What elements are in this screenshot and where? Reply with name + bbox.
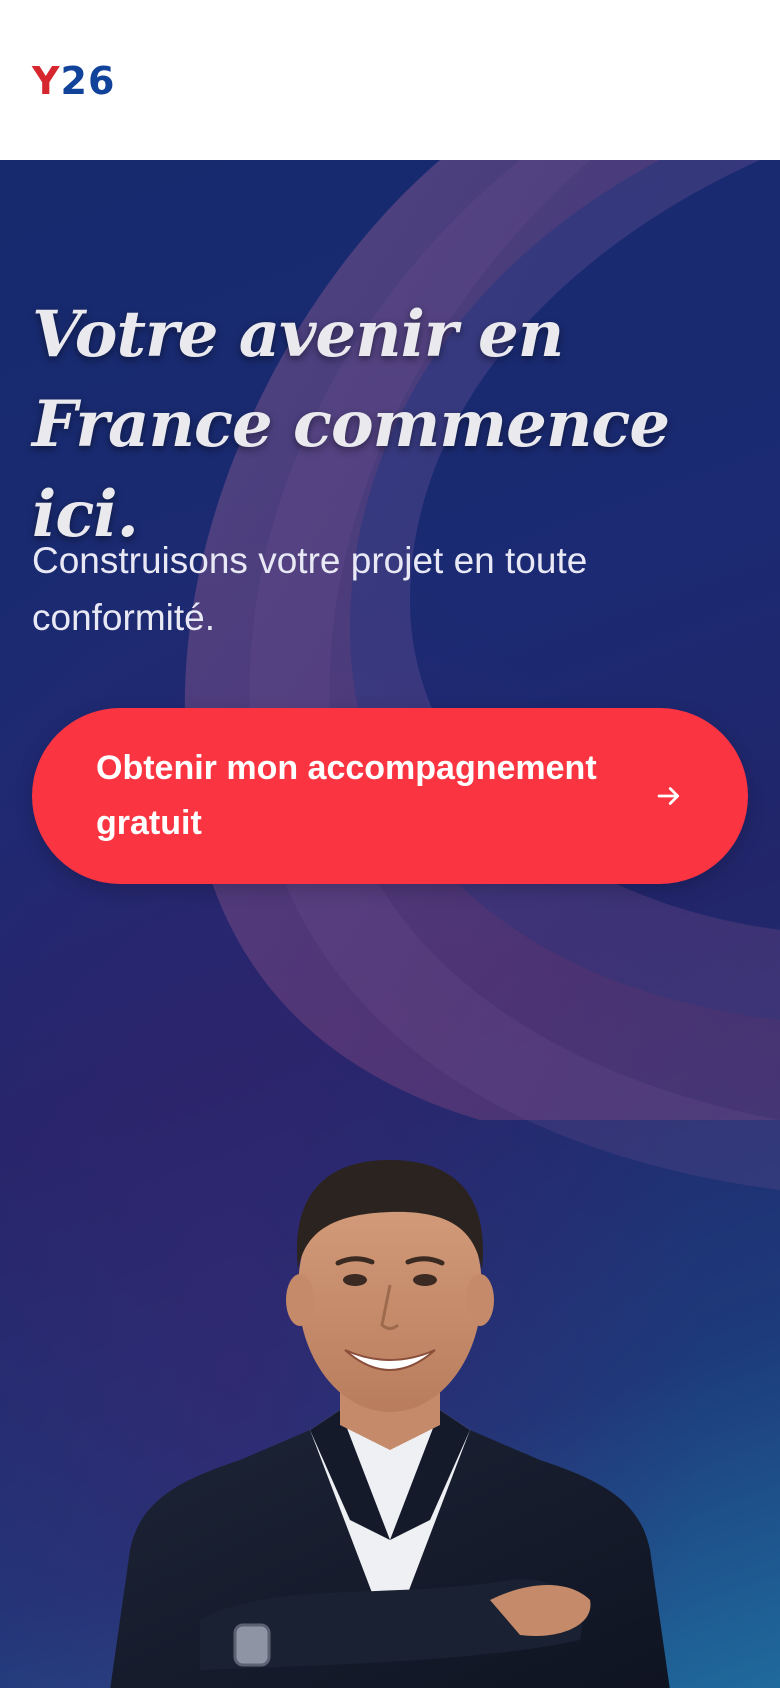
cta-label: Obtenir mon accompagnement gratuit: [96, 749, 597, 842]
hero-title: Votre avenir en France commence ici.: [32, 297, 670, 552]
site-header: Y26: [0, 0, 780, 160]
hero-section: Votre avenir en France commence ici. Con…: [0, 160, 780, 1688]
advisor-portrait: [110, 1160, 670, 1688]
logo-letter: Y: [32, 59, 61, 103]
logo[interactable]: Y26: [32, 58, 115, 104]
arrow-right-icon: [657, 787, 680, 805]
logo-number: 26: [60, 59, 116, 103]
cta-button[interactable]: Obtenir mon accompagnement gratuit: [32, 708, 748, 884]
hero-subtitle: Construisons votre projet en toute confo…: [32, 540, 588, 638]
